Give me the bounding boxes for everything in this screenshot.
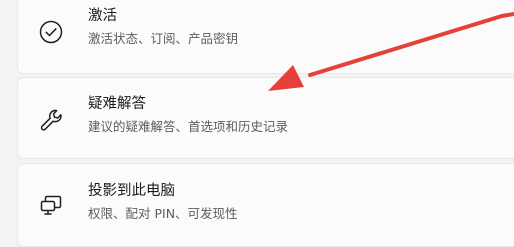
settings-item-activation[interactable]: 激活 激活状态、订阅、产品密钥 <box>17 0 514 74</box>
settings-item-project-to-pc[interactable]: 投影到此电脑 权限、配对 PIN、可发现性 <box>17 163 514 247</box>
settings-item-description: 建议的疑难解答、首选项和历史记录 <box>88 119 289 134</box>
settings-item-description: 权限、配对 PIN、可发现性 <box>88 206 238 221</box>
settings-item-description: 激活状态、订阅、产品密钥 <box>88 31 239 46</box>
settings-item-text: 疑难解答 建议的疑难解答、首选项和历史记录 <box>88 95 494 135</box>
settings-item-text: 激活 激活状态、订阅、产品密钥 <box>88 7 494 47</box>
settings-item-text: 投影到此电脑 权限、配对 PIN、可发现性 <box>88 182 494 222</box>
project-to-pc-icon <box>40 195 62 215</box>
settings-item-body: 激活 激活状态、订阅、产品密钥 <box>18 0 514 73</box>
settings-item-title: 投影到此电脑 <box>88 183 175 199</box>
settings-item-title: 激活 <box>88 8 117 24</box>
wrench-icon <box>40 109 62 131</box>
check-circle-icon <box>39 20 63 44</box>
settings-list: 激活 激活状态、订阅、产品密钥 疑难解答 建议的疑难解答、首选项和历史记录 投影… <box>0 0 514 247</box>
settings-item-troubleshoot[interactable]: 疑难解答 建议的疑难解答、首选项和历史记录 <box>17 77 514 159</box>
settings-item-body: 疑难解答 建议的疑难解答、首选项和历史记录 <box>18 78 514 158</box>
settings-item-title: 疑难解答 <box>88 96 146 112</box>
settings-item-body: 投影到此电脑 权限、配对 PIN、可发现性 <box>18 164 514 246</box>
